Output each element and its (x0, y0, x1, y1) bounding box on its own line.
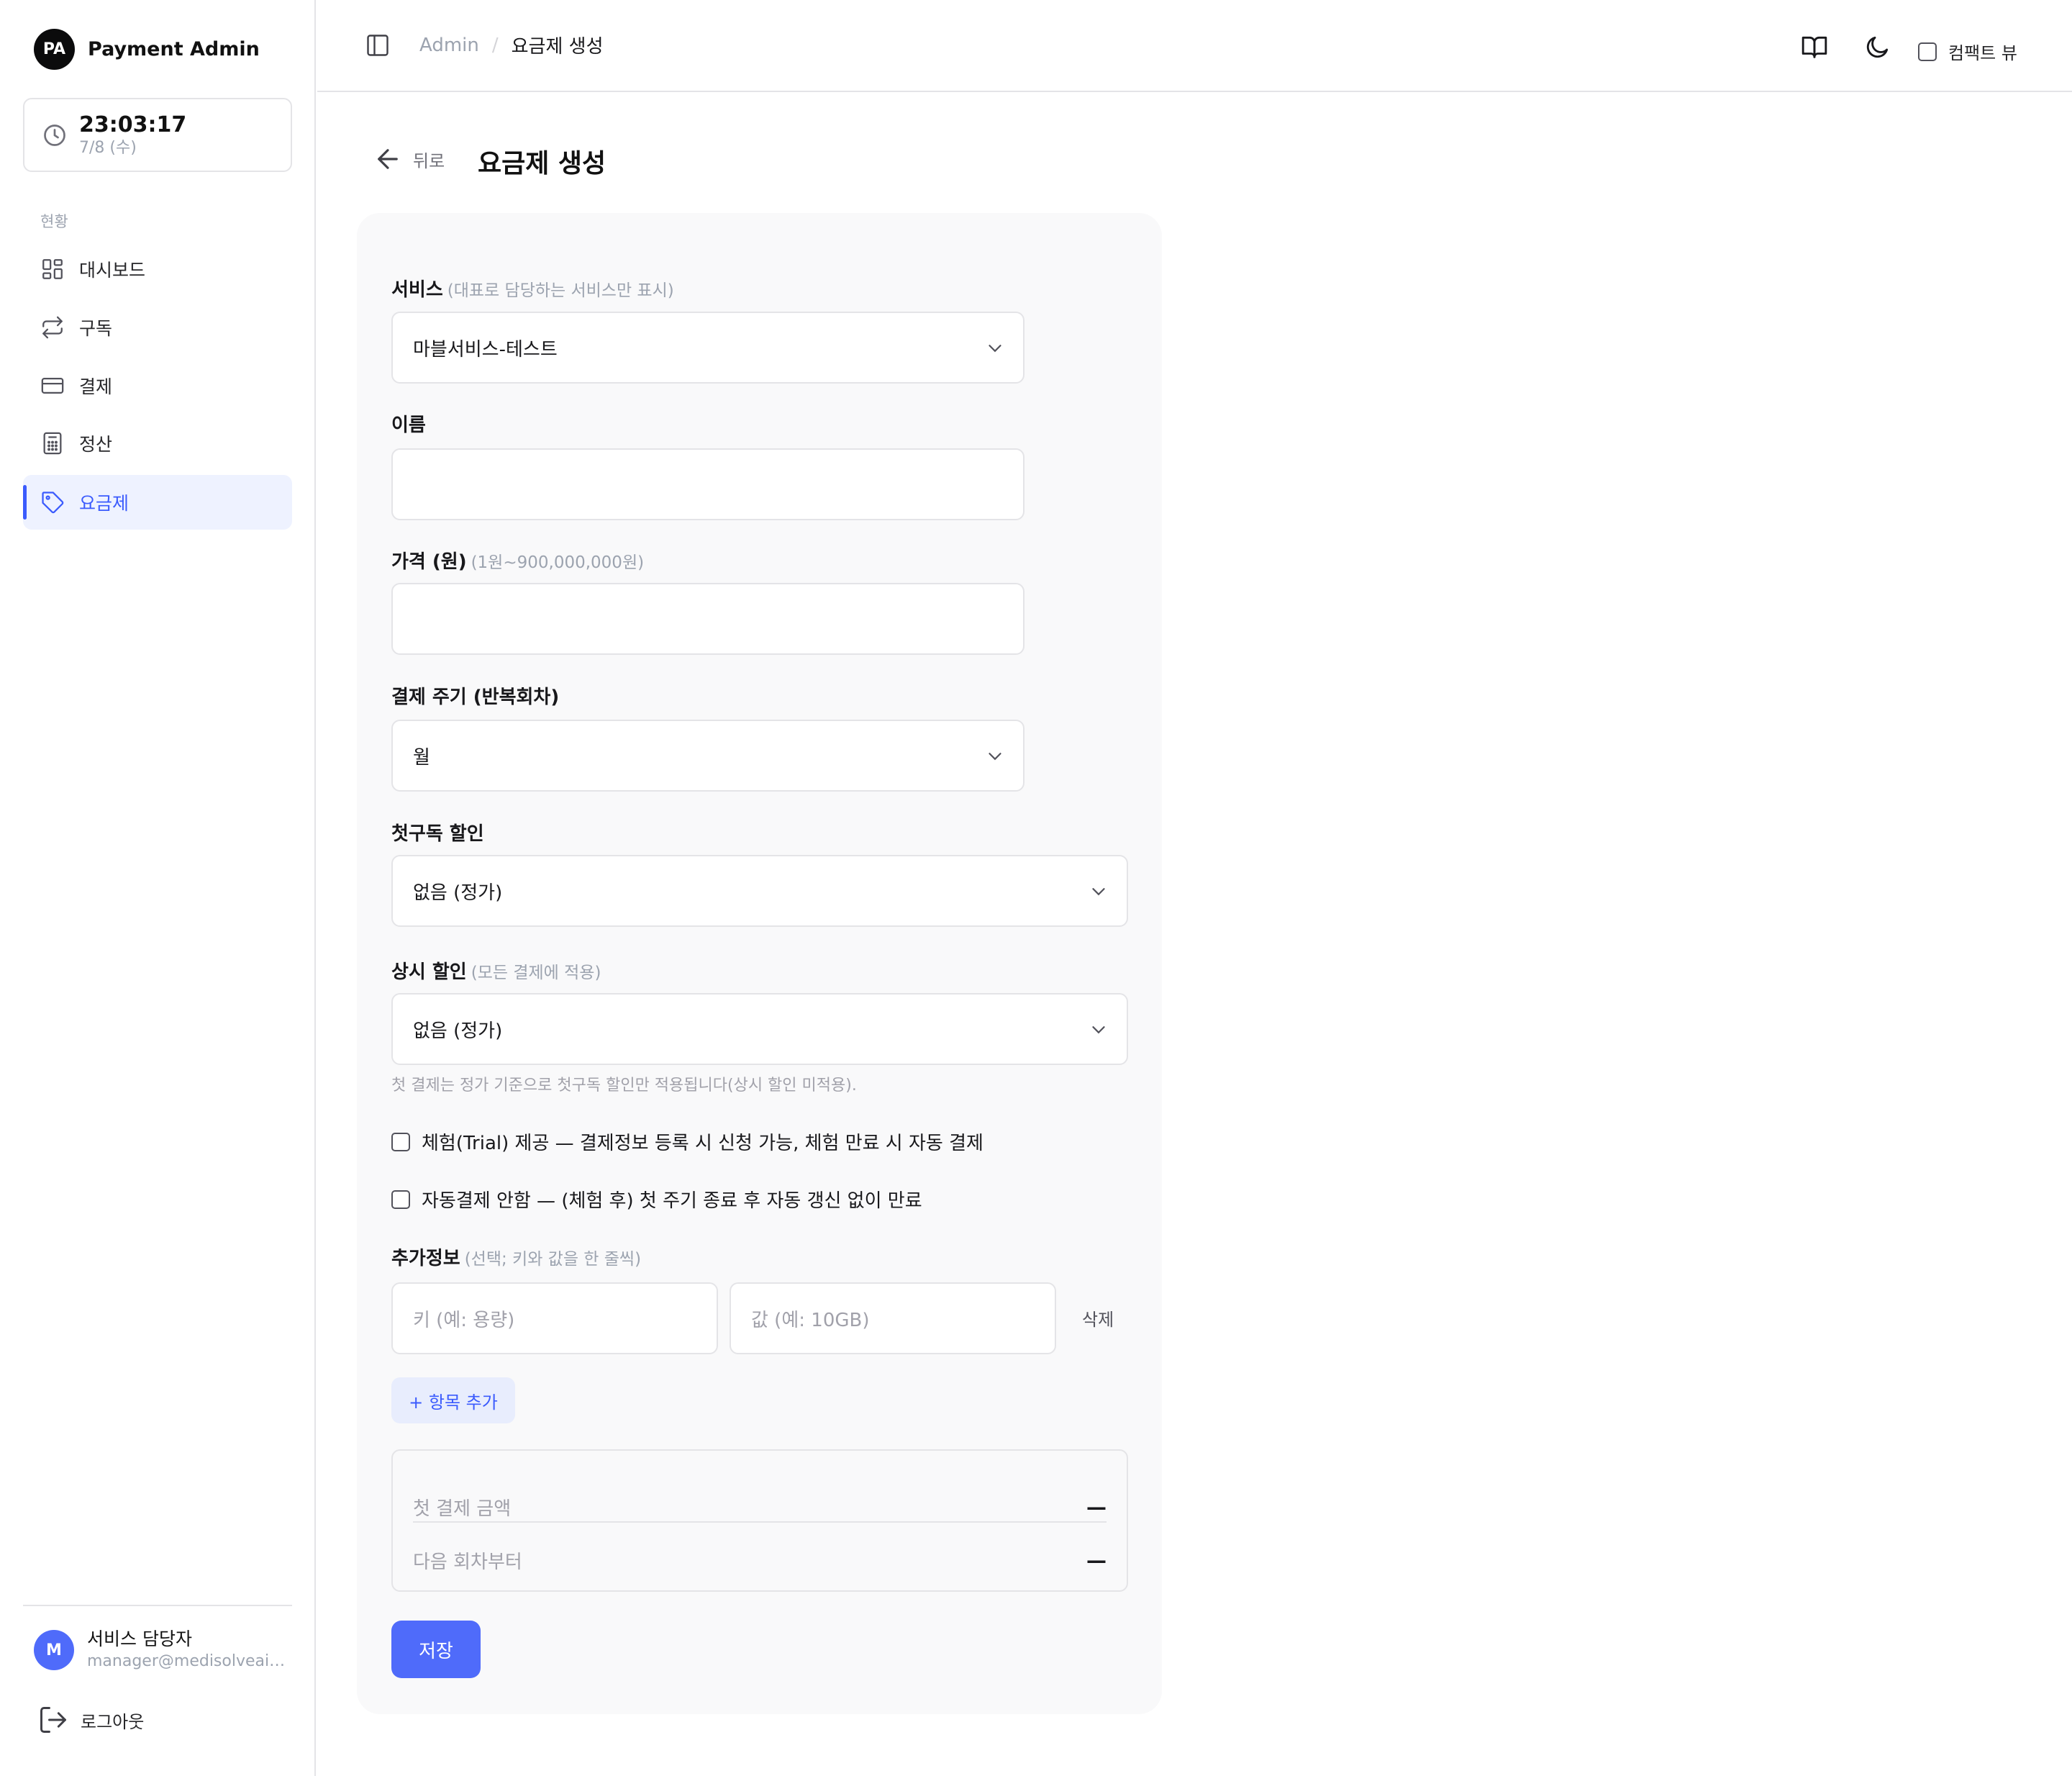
first-discount-select[interactable]: 없음 (정가) (391, 855, 1128, 927)
price-label-text: 가격 (원) (391, 551, 467, 573)
breadcrumb: Admin / 요금제 생성 (419, 32, 604, 58)
chevron-down-icon (1092, 1026, 1105, 1034)
chevron-down-icon (989, 345, 1001, 353)
extra-info-label-text: 추가정보 (391, 1248, 460, 1269)
logout-label: 로그아웃 (81, 1711, 145, 1732)
clock-time: 23:03:17 (79, 112, 187, 137)
sidebar-item-subscriptions[interactable]: 구독 (23, 300, 292, 355)
price-summary: 첫 결제 금액 — 다음 회차부터 — (391, 1449, 1128, 1592)
logout-icon (40, 1707, 66, 1733)
extra-info-hint: (선택; 키와 값을 한 줄씩) (464, 1250, 642, 1269)
compact-view-toggle[interactable]: 컴팩트 뷰 (1918, 39, 2017, 64)
no-autopay-option[interactable]: 자동결제 안함 — (체험 후) 첫 주기 종료 후 자동 갱신 없이 만료 (391, 1186, 922, 1213)
summary-next-payment: 다음 회차부터 — (413, 1537, 1107, 1583)
first-payment-label: 첫 결제 금액 (413, 1498, 512, 1520)
first-payment-value: — (1086, 1495, 1107, 1519)
first-discount-label: 첫구독 할인 (391, 823, 484, 845)
user-profile[interactable]: M 서비스 담당자 manager@medisolveai.... (34, 1628, 288, 1672)
compact-view-label: 컴팩트 뷰 (1948, 43, 2017, 63)
sidebar-item-label: 구독 (79, 318, 113, 339)
back-label: 뒤로 (413, 150, 445, 171)
dashboard-grid-icon (42, 259, 63, 279)
page-title: 요금제 생성 (478, 149, 606, 178)
sidebar-item-dashboard[interactable]: 대시보드 (23, 242, 292, 296)
brand-logo: PA (34, 29, 75, 70)
avatar: M (34, 1630, 74, 1670)
cycle-label: 결제 주기 (반복회차) (391, 687, 560, 708)
name-input[interactable] (391, 448, 1024, 520)
cycle-select[interactable]: 월 (391, 720, 1024, 792)
cycle-select-value: 월 (413, 746, 430, 769)
calculator-icon (43, 432, 62, 455)
price-label: 가격 (원) (1원~900,000,000원) (391, 547, 644, 574)
back-button[interactable]: 뒤로 (373, 144, 445, 174)
summary-divider (413, 1521, 1107, 1523)
credit-card-icon (41, 377, 64, 394)
nav-section-label: 현황 (40, 213, 68, 230)
brand[interactable]: PA Payment Admin (34, 29, 260, 70)
repeat-arrows-icon (42, 316, 63, 339)
service-select[interactable]: 마블서비스-테스트 (391, 312, 1024, 384)
clock-date: 7/8 (수) (79, 138, 137, 157)
delete-row-button[interactable]: 삭제 (1082, 1305, 1114, 1331)
top-bar: Admin / 요금제 생성 (317, 0, 2072, 92)
extra-key-placeholder: 키 (예: 용량) (413, 1309, 515, 1331)
breadcrumb-separator: / (491, 34, 499, 56)
sidebar-divider (23, 1605, 292, 1606)
sidebar-toggle-icon[interactable] (365, 32, 391, 58)
add-item-button[interactable]: + 항목 추가 (391, 1377, 515, 1423)
logout-button[interactable]: 로그아웃 (37, 1704, 144, 1736)
sidebar: PA Payment Admin 23:03:17 7/8 (수) 현황 대시보… (0, 0, 316, 1776)
clock-card: 23:03:17 7/8 (수) (23, 98, 292, 172)
brand-name: Payment Admin (88, 38, 260, 60)
first-discount-value: 없음 (정가) (413, 882, 503, 904)
extra-value-placeholder: 값 (예: 10GB) (751, 1309, 870, 1331)
sidebar-item-payments[interactable]: 결제 (23, 358, 292, 413)
service-select-value: 마블서비스-테스트 (413, 338, 558, 361)
regular-discount-label-text: 상시 할인 (391, 961, 467, 983)
price-input[interactable] (391, 583, 1024, 655)
service-label-text: 서비스 (391, 279, 443, 301)
extra-key-input[interactable]: 키 (예: 용량) (391, 1282, 718, 1354)
book-icon[interactable] (1801, 33, 1828, 60)
regular-discount-hint: (모든 결제에 적용) (471, 964, 601, 982)
trial-checkbox-label: 체험(Trial) 제공 — 결제정보 등록 시 신청 가능, 체험 만료 시 … (422, 1133, 983, 1154)
sidebar-item-settlement[interactable]: 정산 (23, 416, 292, 471)
discount-helper-text: 첫 결제는 정가 기준으로 첫구독 할인만 적용됩니다(상시 할인 미적용). (391, 1077, 857, 1095)
save-button[interactable]: 저장 (391, 1621, 481, 1678)
user-email: manager@medisolveai.... (87, 1652, 288, 1670)
chevron-down-icon (989, 753, 1001, 761)
sidebar-item-label: 대시보드 (79, 260, 146, 281)
next-payment-value: — (1086, 1548, 1107, 1572)
sidebar-item-label: 정산 (79, 434, 113, 455)
summary-first-payment: 첫 결제 금액 — (413, 1484, 1107, 1530)
service-label: 서비스 (대표로 담당하는 서비스만 표시) (391, 275, 674, 302)
clock-icon (44, 124, 65, 146)
sidebar-item-label: 결제 (79, 376, 113, 397)
sidebar-item-plans[interactable]: 요금제 (23, 475, 292, 530)
tag-icon (42, 491, 64, 514)
extra-value-input[interactable]: 값 (예: 10GB) (730, 1282, 1056, 1354)
trial-checkbox[interactable] (391, 1132, 410, 1151)
trial-option[interactable]: 체험(Trial) 제공 — 결제정보 등록 시 신청 가능, 체험 만료 시 … (391, 1128, 983, 1155)
no-autopay-checkbox[interactable] (391, 1190, 410, 1209)
extra-info-label: 추가정보 (선택; 키와 값을 한 줄씩) (391, 1243, 641, 1270)
regular-discount-select[interactable]: 없음 (정가) (391, 993, 1128, 1065)
moon-icon[interactable] (1864, 33, 1891, 60)
no-autopay-checkbox-label: 자동결제 안함 — (체험 후) 첫 주기 종료 후 자동 갱신 없이 만료 (422, 1190, 922, 1212)
breadcrumb-root[interactable]: Admin (419, 35, 479, 56)
sidebar-item-label: 요금제 (79, 493, 130, 514)
breadcrumb-current: 요금제 생성 (511, 36, 604, 58)
user-name: 서비스 담당자 (87, 1628, 192, 1649)
chevron-down-icon (1092, 888, 1105, 896)
service-hint: (대표로 담당하는 서비스만 표시) (447, 281, 674, 300)
price-hint: (1원~900,000,000원) (471, 553, 645, 572)
next-payment-label: 다음 회차부터 (413, 1551, 522, 1573)
regular-discount-value: 없음 (정가) (413, 1020, 503, 1042)
name-label: 이름 (391, 414, 426, 436)
arrow-left-icon (378, 149, 398, 169)
regular-discount-label: 상시 할인 (모든 결제에 적용) (391, 957, 601, 984)
compact-view-checkbox[interactable] (1918, 42, 1937, 61)
